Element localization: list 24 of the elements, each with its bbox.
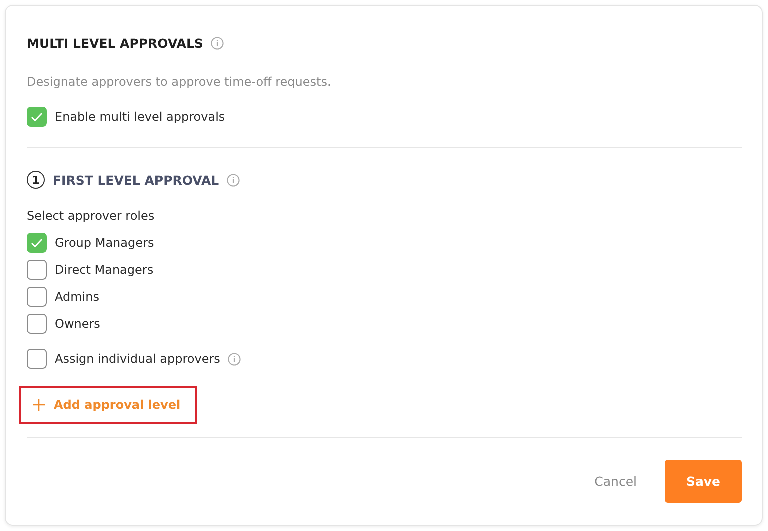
checkbox-label: Direct Managers — [55, 263, 154, 277]
level-title: FIRST LEVEL APPROVAL — [53, 172, 220, 188]
checkbox-label: Enable multi level approvals — [55, 110, 226, 124]
save-button[interactable]: Save — [665, 460, 742, 503]
checkbox[interactable] — [27, 107, 47, 127]
cancel-button[interactable]: Cancel — [588, 473, 643, 490]
checkbox[interactable] — [27, 233, 47, 253]
step-number: 1 — [27, 171, 45, 189]
checkbox[interactable] — [27, 260, 47, 280]
checkbox[interactable] — [27, 314, 47, 334]
info-icon[interactable] — [228, 352, 242, 366]
roles-label: Select approver roles — [27, 209, 155, 223]
info-icon[interactable] — [211, 37, 224, 50]
checkbox-label: Admins — [55, 290, 100, 304]
section-title: MULTI LEVEL APPROVALS — [27, 36, 204, 51]
plus-icon — [33, 399, 45, 411]
checkbox[interactable] — [27, 349, 47, 369]
checkbox-label: Assign individual approvers — [55, 352, 220, 366]
checkbox-label: Owners — [55, 317, 100, 331]
description: Designate approvers to approve time-off requests. — [27, 75, 332, 89]
add-level-button[interactable]: Add approval level — [19, 386, 197, 424]
checkbox[interactable] — [27, 287, 47, 307]
checkbox-label: Group Managers — [55, 236, 154, 250]
info-icon[interactable] — [227, 174, 240, 186]
